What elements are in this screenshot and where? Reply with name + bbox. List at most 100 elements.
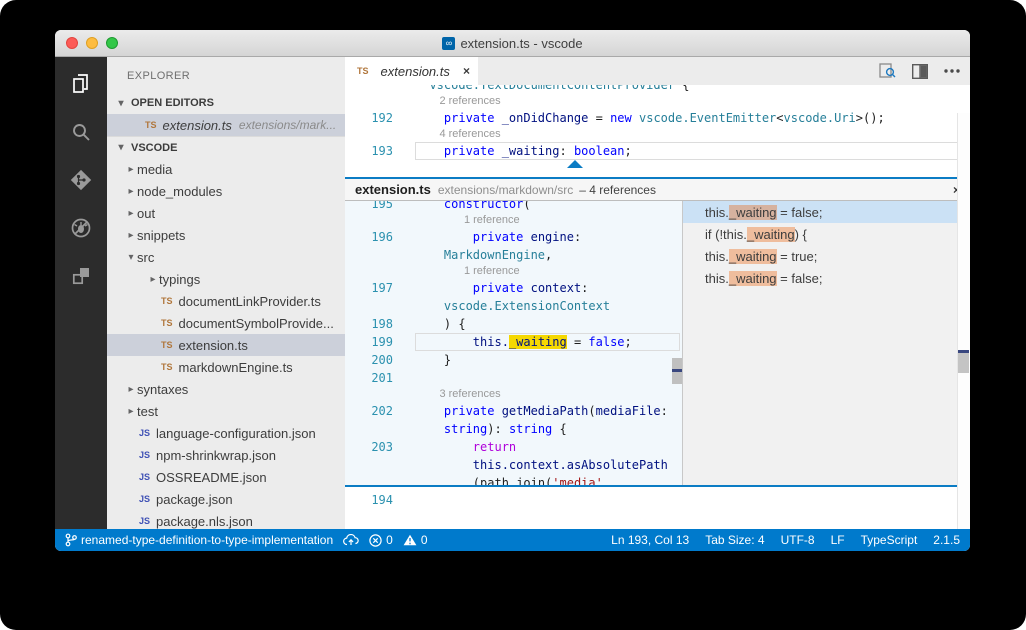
git-branch-indicator[interactable]: renamed-type-definition-to-type-implemen… xyxy=(65,533,333,547)
tree-file-row[interactable]: JSlanguage-configuration.json xyxy=(107,422,345,444)
error-count[interactable]: 0 xyxy=(369,533,393,547)
codelens-label[interactable]: 3 references xyxy=(415,387,501,402)
extensions-icon[interactable] xyxy=(68,263,94,289)
tree-folder-row[interactable]: ▸out xyxy=(107,202,345,224)
tree-file-row[interactable]: TSextension.ts xyxy=(107,334,345,356)
editor-content[interactable]: vscode.TextDocumentContentProvider {2 re… xyxy=(345,85,970,529)
code-line[interactable]: 192private _onDidChange = new vscode.Eve… xyxy=(345,109,970,127)
code-token: { xyxy=(552,422,566,436)
line-number xyxy=(345,297,393,315)
tree-file-row[interactable]: JSnpm-shrinkwrap.json xyxy=(107,444,345,466)
code-line[interactable]: vscode.ExtensionContext xyxy=(345,297,682,315)
line-number: 203 xyxy=(345,438,393,456)
code-line[interactable]: string): string { xyxy=(345,420,682,438)
tab-close-icon[interactable]: × xyxy=(463,64,470,78)
code-line[interactable]: 203return xyxy=(345,438,682,456)
tree-folder-row[interactable]: ▸test xyxy=(107,400,345,422)
status-item[interactable]: LF xyxy=(831,533,845,547)
status-item[interactable]: 2.1.5 xyxy=(933,533,960,547)
code-token: mediaFile xyxy=(596,404,661,418)
codelens-label[interactable]: 4 references xyxy=(415,127,501,142)
peek-code-pane[interactable]: 195constructor(1 reference196private eng… xyxy=(345,201,683,485)
codelens-row[interactable]: 1 reference xyxy=(345,213,682,228)
tree-file-row[interactable]: JSpackage.nls.json xyxy=(107,510,345,529)
tree-folder-row[interactable]: ▸node_modules xyxy=(107,180,345,202)
tree-folder-row[interactable]: ▸typings xyxy=(107,268,345,290)
code-line[interactable]: this.context.asAbsolutePath xyxy=(345,456,682,474)
tree-file-row[interactable]: TSmarkdownEngine.ts xyxy=(107,356,345,378)
code-line[interactable]: 200} xyxy=(345,351,682,369)
codelens-label[interactable]: 2 references xyxy=(415,94,501,109)
code-line[interactable]: vscode.TextDocumentContentProvider { xyxy=(345,85,970,94)
peek-header: extension.ts extensions/markdown/src – 4… xyxy=(345,179,970,201)
peek-scrollbar-thumb[interactable] xyxy=(672,358,682,384)
tree-folder-row[interactable]: ▾src xyxy=(107,246,345,268)
code-token: vscode.TextDocumentContentProvider xyxy=(429,85,675,92)
open-preview-icon[interactable] xyxy=(879,63,896,79)
code-line[interactable]: 199this._waiting = false; xyxy=(345,333,682,351)
reference-text: this. xyxy=(705,205,729,220)
codelens-row[interactable]: 1 reference xyxy=(345,264,682,279)
codelens-row[interactable]: 2 references xyxy=(345,94,970,109)
folder-section-header[interactable]: ▾ VSCODE xyxy=(107,136,345,158)
editor-scrollbar-thumb[interactable] xyxy=(958,350,969,373)
code-line[interactable]: 201 xyxy=(345,369,682,387)
warning-count[interactable]: 0 xyxy=(403,533,428,547)
status-item[interactable]: Ln 193, Col 13 xyxy=(611,533,689,547)
cloud-upload-icon xyxy=(343,534,359,546)
status-item[interactable]: Tab Size: 4 xyxy=(705,533,764,547)
editor-scrollbar-lane[interactable] xyxy=(957,113,970,529)
code-line[interactable]: 202private getMediaPath(mediaFile: xyxy=(345,402,682,420)
editor-group: TS extension.ts × xyxy=(345,57,970,529)
folder-label: media xyxy=(137,162,172,177)
tree-file-row[interactable]: JSOSSREADME.json xyxy=(107,466,345,488)
status-item[interactable]: TypeScript xyxy=(861,533,918,547)
codelens-label[interactable]: 1 reference xyxy=(415,264,520,279)
tree-folder-row[interactable]: ▸snippets xyxy=(107,224,345,246)
code-line[interactable]: 197private context: xyxy=(345,279,682,297)
source-control-icon[interactable] xyxy=(68,167,94,193)
code-line[interactable]: 195constructor( xyxy=(345,201,682,213)
gutter xyxy=(345,94,393,109)
line-number: 202 xyxy=(345,402,393,420)
code-token: { xyxy=(675,85,689,92)
explorer-icon[interactable] xyxy=(68,71,94,97)
debug-disabled-icon[interactable] xyxy=(68,215,94,241)
tree-file-row[interactable]: JSpackage.json xyxy=(107,488,345,510)
code-lines-above-peek: vscode.TextDocumentContentProvider {2 re… xyxy=(345,85,970,160)
sync-changes-button[interactable] xyxy=(343,534,359,546)
zoom-window-button[interactable] xyxy=(106,37,118,49)
reference-item[interactable]: if (!this._waiting) { xyxy=(683,223,970,245)
more-actions-icon[interactable] xyxy=(944,69,960,73)
code-line[interactable]: 196private engine: xyxy=(345,228,682,246)
reference-item[interactable]: this._waiting = true; xyxy=(683,245,970,267)
line-number xyxy=(345,246,393,264)
tree-folder-row[interactable]: ▸syntaxes xyxy=(107,378,345,400)
code-line[interactable]: (path.join('media' xyxy=(345,474,682,485)
code-line[interactable]: MarkdownEngine, xyxy=(345,246,682,264)
code-token: private xyxy=(444,144,502,158)
close-window-button[interactable] xyxy=(66,37,78,49)
reference-item[interactable]: this._waiting = false; xyxy=(683,201,970,223)
status-item[interactable]: UTF-8 xyxy=(781,533,815,547)
open-editors-header[interactable]: ▾ OPEN EDITORS xyxy=(107,92,345,114)
minimize-window-button[interactable] xyxy=(86,37,98,49)
code-token: private xyxy=(444,111,502,125)
codelens-label[interactable]: 1 reference xyxy=(415,213,520,228)
tree-folder-row[interactable]: ▸media xyxy=(107,158,345,180)
code-line[interactable]: 193private _waiting: boolean; xyxy=(345,142,970,160)
search-icon[interactable] xyxy=(68,119,94,145)
code-line[interactable]: 194 xyxy=(345,491,970,509)
codelens-row[interactable]: 4 references xyxy=(345,127,970,142)
reference-item[interactable]: this._waiting = false; xyxy=(683,267,970,289)
tab-extension-ts[interactable]: TS extension.ts × xyxy=(345,57,478,85)
code-line[interactable]: 198) { xyxy=(345,315,682,333)
tree-file-row[interactable]: TSdocumentLinkProvider.ts xyxy=(107,290,345,312)
tree-file-row[interactable]: TSdocumentSymbolProvide... xyxy=(107,312,345,334)
gutter xyxy=(345,264,393,279)
file-label: documentSymbolProvide... xyxy=(179,316,334,331)
file-label: markdownEngine.ts xyxy=(179,360,293,375)
open-editor-item[interactable]: TSextension.tsextensions/mark... xyxy=(107,114,345,136)
codelens-row[interactable]: 3 references xyxy=(345,387,682,402)
split-editor-icon[interactable] xyxy=(912,64,928,79)
